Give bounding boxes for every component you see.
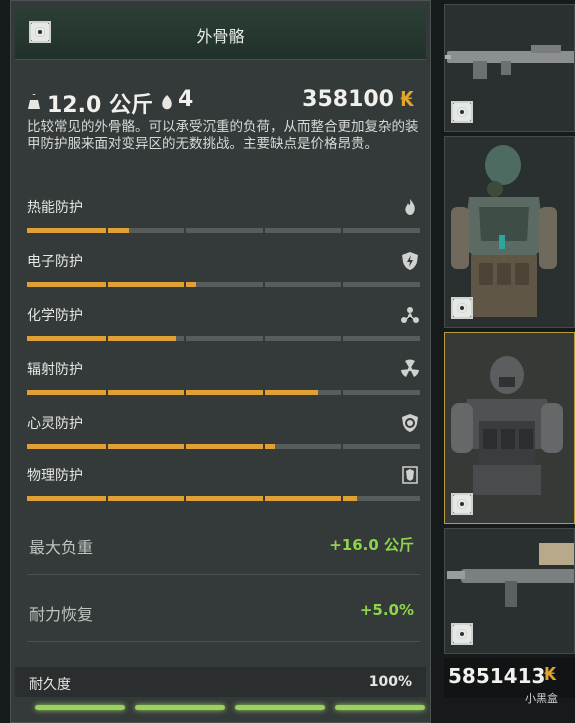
bar-segment-divider bbox=[341, 390, 344, 395]
protection-label: 物理防护 bbox=[27, 468, 83, 484]
protection-label: 化学防护 bbox=[27, 308, 83, 324]
psy-shield-icon bbox=[402, 414, 418, 432]
wallet-amount: 5851413 bbox=[448, 664, 546, 688]
bar-segment-divider bbox=[184, 228, 187, 233]
item-description: 比较常见的外骨骼。可以承受沉重的负荷，从而整合更加复杂的装甲防护服来面对变异区的… bbox=[27, 119, 419, 152]
protection-bar bbox=[27, 496, 420, 501]
bar-segment-divider bbox=[105, 228, 108, 233]
protection-chemical: 化学防护 bbox=[27, 305, 420, 357]
protection-radiation: 辐射防护 bbox=[27, 359, 420, 411]
attribute-max-weight: 最大负重 +16.0 公斤 bbox=[27, 530, 414, 560]
protection-bar-fill bbox=[27, 282, 196, 287]
currency-icon: ₭ bbox=[544, 664, 557, 685]
gear-icon bbox=[453, 625, 471, 643]
inventory-slot-armor-1[interactable] bbox=[444, 136, 575, 328]
artifact-slots: 4 bbox=[178, 87, 194, 112]
gear-icon bbox=[453, 299, 471, 317]
protection-bar bbox=[27, 282, 420, 287]
protection-electric: 电子防护 bbox=[27, 251, 420, 303]
protection-bar bbox=[27, 444, 420, 449]
divider bbox=[27, 641, 420, 642]
attribute-stamina-regen: 耐力恢复 +5.0% bbox=[27, 597, 414, 627]
protection-bar-fill bbox=[27, 336, 177, 341]
item-stats: 12.0 公斤 4 358100 ₭ bbox=[27, 87, 416, 118]
bar-segment-divider bbox=[184, 390, 187, 395]
armor-icon bbox=[402, 466, 418, 484]
slot-settings-button[interactable] bbox=[451, 101, 473, 123]
item-weight: 12.0 公斤 bbox=[47, 93, 153, 118]
gear-icon bbox=[453, 495, 471, 513]
panel-header: 外骨骼 bbox=[15, 7, 426, 60]
bar-segment-divider bbox=[262, 336, 265, 341]
currency-icon: ₭ bbox=[400, 87, 414, 111]
bar-segment-divider bbox=[341, 228, 344, 233]
bar-segment-divider bbox=[105, 336, 108, 341]
lightning-shield-icon bbox=[402, 252, 418, 270]
inventory-slot-rifle[interactable] bbox=[444, 4, 575, 132]
durability-value: 100% bbox=[368, 674, 412, 690]
attribute-label: 最大负重 bbox=[29, 538, 94, 557]
slot-settings-button[interactable] bbox=[451, 297, 473, 319]
watermark: 小黑盒 bbox=[525, 692, 558, 705]
inventory-slot-exoskeleton-selected[interactable] bbox=[444, 332, 575, 524]
bar-segment-divider bbox=[262, 228, 265, 233]
bar-segment-divider bbox=[105, 496, 108, 501]
panel-title: 外骨骼 bbox=[196, 27, 245, 46]
protection-label: 辐射防护 bbox=[27, 362, 83, 378]
durability-label: 耐久度 bbox=[29, 677, 71, 693]
protection-bar-fill bbox=[27, 444, 275, 449]
attribute-value: +16.0 公斤 bbox=[329, 536, 414, 554]
bar-segment-divider bbox=[105, 390, 108, 395]
bar-segment-divider bbox=[341, 444, 344, 449]
attribute-value: +5.0% bbox=[359, 601, 414, 619]
artifact-slot-icon bbox=[162, 95, 172, 110]
item-details-panel: 外骨骼 12.0 公斤 4 358100 ₭ 比较常见的外骨骼。可以承受沉重的负… bbox=[10, 0, 431, 723]
divider bbox=[27, 574, 420, 575]
bar-segment-divider bbox=[262, 444, 265, 449]
durability-segment bbox=[135, 705, 225, 710]
protection-bar-fill bbox=[27, 390, 318, 395]
slot-settings-button[interactable] bbox=[451, 493, 473, 515]
protection-bar bbox=[27, 336, 420, 341]
bar-segment-divider bbox=[262, 496, 265, 501]
chemical-icon bbox=[401, 307, 419, 323]
protection-label: 电子防护 bbox=[27, 254, 83, 270]
radiation-icon bbox=[401, 359, 419, 377]
protection-label: 热能防护 bbox=[27, 200, 83, 216]
protection-label: 心灵防护 bbox=[27, 416, 83, 432]
durability-segment bbox=[335, 705, 425, 710]
protection-psy: 心灵防护 bbox=[27, 413, 420, 465]
item-price: 358100 bbox=[302, 87, 394, 112]
weight-icon bbox=[28, 94, 40, 109]
protection-bar-fill bbox=[27, 496, 358, 501]
bar-segment-divider bbox=[184, 496, 187, 501]
protection-bar bbox=[27, 390, 420, 395]
gear-icon bbox=[453, 103, 471, 121]
bar-segment-divider bbox=[184, 336, 187, 341]
bar-segment-divider bbox=[341, 282, 344, 287]
protection-thermal: 热能防护 bbox=[27, 197, 420, 249]
protection-bar-fill bbox=[27, 228, 130, 233]
bar-segment-divider bbox=[184, 282, 187, 287]
durability-row: 耐久度 100% bbox=[15, 667, 426, 697]
durability-segment bbox=[35, 705, 125, 710]
durability-bar bbox=[21, 705, 425, 711]
slot-settings-button[interactable] bbox=[451, 623, 473, 645]
protection-physical: 物理防护 bbox=[27, 465, 420, 517]
inventory-slot-smg[interactable] bbox=[444, 528, 575, 654]
bar-segment-divider bbox=[262, 282, 265, 287]
protection-bar bbox=[27, 228, 420, 233]
bar-segment-divider bbox=[341, 496, 344, 501]
attribute-label: 耐力恢复 bbox=[29, 605, 94, 624]
bar-segment-divider bbox=[341, 336, 344, 341]
bar-segment-divider bbox=[105, 444, 108, 449]
durability-segment bbox=[235, 705, 325, 710]
flame-icon bbox=[405, 199, 415, 215]
bar-segment-divider bbox=[105, 282, 108, 287]
bar-segment-divider bbox=[184, 444, 187, 449]
bar-segment-divider bbox=[262, 390, 265, 395]
